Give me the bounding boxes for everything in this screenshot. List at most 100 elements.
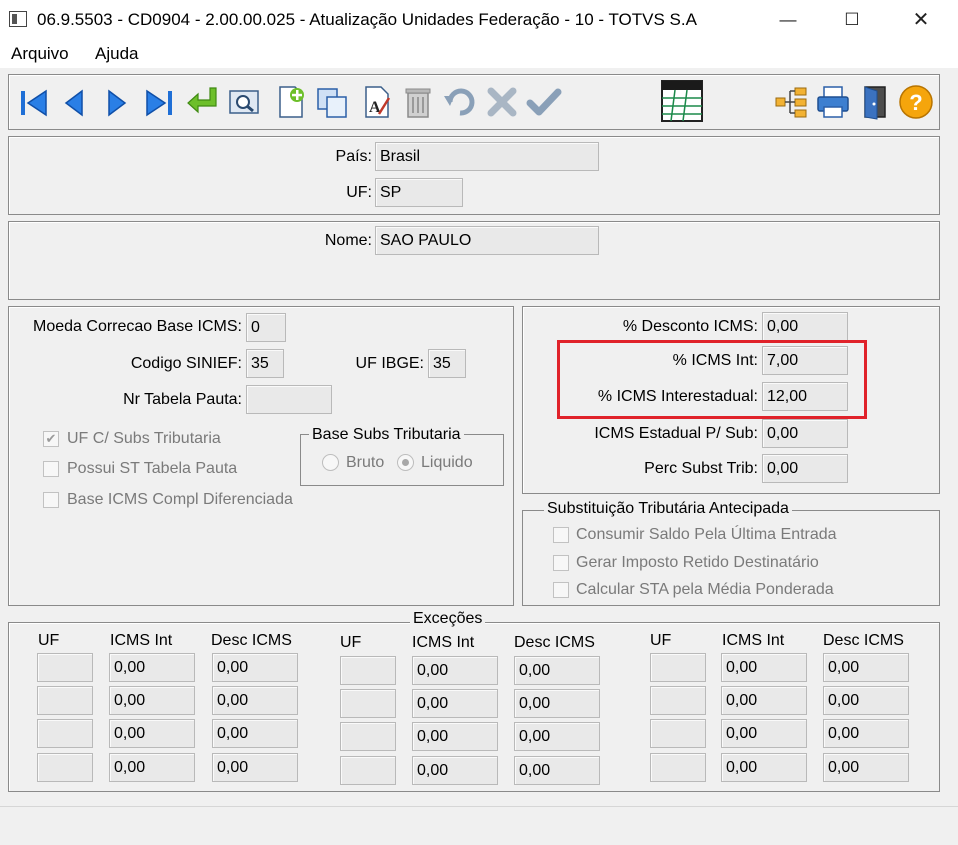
minimize-button[interactable]: —: [765, 0, 811, 40]
icms-int-cell[interactable]: 0,00: [412, 656, 498, 685]
desc-icms-cell[interactable]: 0,00: [212, 719, 298, 748]
uf-cell[interactable]: [37, 653, 93, 682]
help-icon[interactable]: ?: [898, 84, 934, 120]
uf-cell[interactable]: [650, 653, 706, 682]
app-icon: [9, 11, 27, 27]
previous-record-icon[interactable]: [56, 84, 92, 120]
uf-cell[interactable]: [340, 722, 396, 751]
window-title: 06.9.5503 - CD0904 - 2.00.00.025 - Atual…: [37, 10, 697, 29]
icms-int-cell[interactable]: 0,00: [721, 719, 807, 748]
ibge-field[interactable]: 35: [428, 349, 466, 378]
search-icon[interactable]: [226, 84, 262, 120]
sinief-field[interactable]: 35: [246, 349, 284, 378]
uf-cell[interactable]: [37, 686, 93, 715]
possui-st-label: Possui ST Tabela Pauta: [67, 460, 238, 477]
desc-icms-cell[interactable]: 0,00: [823, 653, 909, 682]
tree-icon[interactable]: [773, 84, 809, 120]
liquido-label: Liquido: [421, 454, 473, 471]
icms-int-cell[interactable]: 0,00: [412, 722, 498, 751]
new-record-icon[interactable]: [273, 84, 309, 120]
calcular-sta-label: Calcular STA pela Média Ponderada: [576, 581, 834, 598]
undo-icon[interactable]: [442, 84, 478, 120]
pais-field[interactable]: Brasil: [375, 142, 599, 171]
nome-field[interactable]: SAO PAULO: [375, 226, 599, 255]
uf-cell[interactable]: [650, 753, 706, 782]
perc-subst-trib-field[interactable]: 0,00: [762, 454, 848, 483]
highlight-box: [557, 340, 867, 419]
icms-int-cell[interactable]: 0,00: [109, 686, 195, 715]
pais-label: País:: [335, 148, 372, 165]
desc-icms-cell[interactable]: 0,00: [823, 753, 909, 782]
goto-icon[interactable]: [184, 84, 220, 120]
icms-estadual-sub-field[interactable]: 0,00: [762, 419, 848, 448]
menu-ajuda[interactable]: Ajuda: [95, 44, 138, 64]
consumir-saldo-checkbox[interactable]: [553, 527, 569, 543]
uf-cell[interactable]: [340, 756, 396, 785]
possui-st-checkbox[interactable]: [43, 461, 59, 477]
icms-int-cell[interactable]: 0,00: [109, 653, 195, 682]
confirm-icon[interactable]: [526, 84, 562, 120]
uf-cell[interactable]: [340, 689, 396, 718]
icms-int-cell[interactable]: 0,00: [721, 653, 807, 682]
uf-cell[interactable]: [37, 719, 93, 748]
maximize-button[interactable]: ☐: [829, 0, 875, 40]
nome-label: Nome:: [324, 232, 372, 249]
icms-int-cell[interactable]: 0,00: [109, 753, 195, 782]
desconto-icms-field[interactable]: 0,00: [762, 312, 848, 341]
menu-bar: [0, 40, 958, 68]
liquido-radio[interactable]: [397, 454, 414, 471]
first-record-icon[interactable]: [16, 84, 52, 120]
icms-int-cell[interactable]: 0,00: [109, 719, 195, 748]
header-icms-int: ICMS Int: [110, 632, 173, 649]
copy-record-icon[interactable]: [314, 84, 350, 120]
desc-icms-cell[interactable]: 0,00: [514, 656, 600, 685]
gerar-imposto-label: Gerar Imposto Retido Destinatário: [576, 554, 819, 571]
spreadsheet-icon[interactable]: [661, 80, 703, 122]
uf-subs-trib-checkbox[interactable]: ✔: [43, 431, 59, 447]
desc-icms-cell[interactable]: 0,00: [212, 686, 298, 715]
print-icon[interactable]: [815, 84, 851, 120]
icms-int-cell[interactable]: 0,00: [721, 753, 807, 782]
desc-icms-cell[interactable]: 0,00: [212, 753, 298, 782]
excecoes-title: Exceções: [410, 610, 486, 628]
base-icms-compl-checkbox[interactable]: [43, 492, 59, 508]
desc-icms-cell[interactable]: 0,00: [823, 719, 909, 748]
menu-arquivo[interactable]: Arquivo: [11, 44, 69, 64]
moeda-label: Moeda Correcao Base ICMS:: [33, 318, 242, 335]
desc-icms-cell[interactable]: 0,00: [823, 686, 909, 715]
status-bar: [0, 806, 958, 845]
uf-cell[interactable]: [650, 686, 706, 715]
exit-icon[interactable]: [857, 84, 893, 120]
next-record-icon[interactable]: [99, 84, 135, 120]
close-button[interactable]: ✕: [898, 0, 944, 40]
moeda-field[interactable]: 0: [246, 313, 286, 342]
uf-cell[interactable]: [37, 753, 93, 782]
icms-int-cell[interactable]: 0,00: [412, 756, 498, 785]
uf-cell[interactable]: [650, 719, 706, 748]
ibge-label: UF IBGE:: [355, 355, 424, 372]
pauta-field[interactable]: [246, 385, 332, 414]
uf-field[interactable]: SP: [375, 178, 463, 207]
consumir-saldo-label: Consumir Saldo Pela Última Entrada: [576, 526, 837, 543]
base-subs-title: Base Subs Tributaria: [309, 426, 464, 444]
bruto-radio[interactable]: [322, 454, 339, 471]
sta-title: Substituição Tributária Antecipada: [544, 500, 792, 518]
desc-icms-cell[interactable]: 0,00: [514, 689, 600, 718]
calcular-sta-checkbox[interactable]: [553, 582, 569, 598]
desc-icms-cell[interactable]: 0,00: [212, 653, 298, 682]
desc-icms-cell[interactable]: 0,00: [514, 756, 600, 785]
icms-int-cell[interactable]: 0,00: [721, 686, 807, 715]
pauta-label: Nr Tabela Pauta:: [123, 391, 242, 408]
perc-subst-trib-label: Perc Subst Trib:: [644, 460, 758, 477]
edit-record-icon[interactable]: A: [359, 84, 395, 120]
base-icms-compl-label: Base ICMS Compl Diferenciada: [67, 491, 293, 508]
desc-icms-cell[interactable]: 0,00: [514, 722, 600, 751]
delete-record-icon[interactable]: [400, 84, 436, 120]
last-record-icon[interactable]: [141, 84, 177, 120]
icms-int-cell[interactable]: 0,00: [412, 689, 498, 718]
header-icms-int: ICMS Int: [722, 632, 785, 649]
uf-label: UF:: [346, 184, 372, 201]
uf-cell[interactable]: [340, 656, 396, 685]
cancel-icon[interactable]: [484, 84, 520, 120]
gerar-imposto-checkbox[interactable]: [553, 555, 569, 571]
